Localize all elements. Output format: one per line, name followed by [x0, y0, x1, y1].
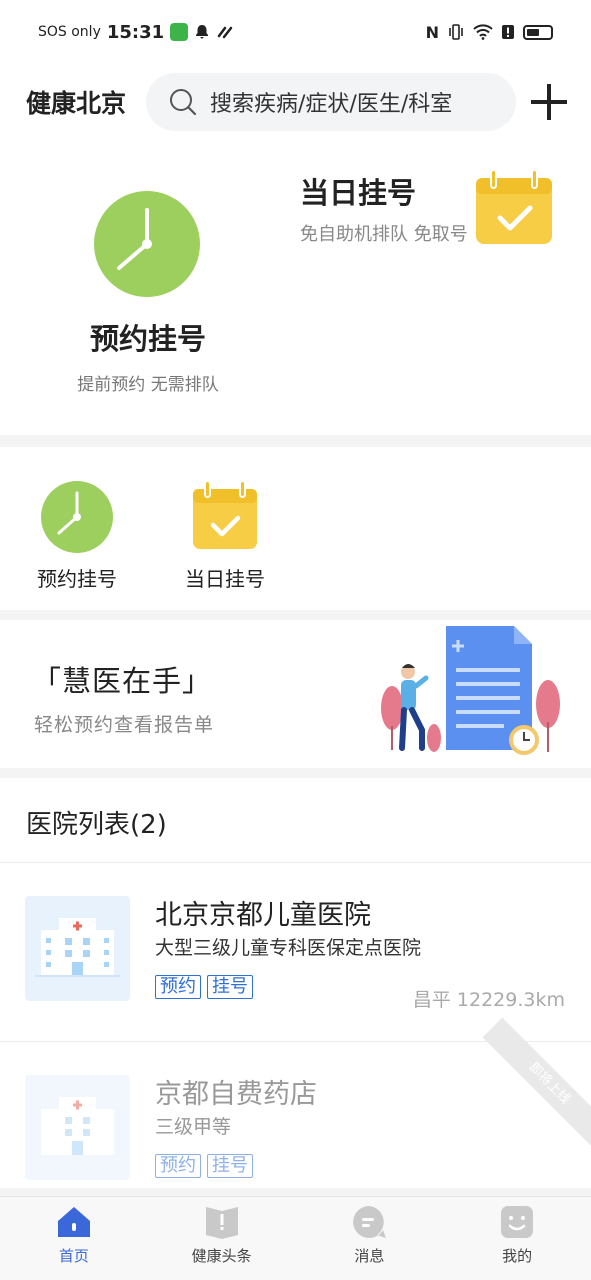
tag-appointment: 预约 [155, 1154, 201, 1178]
search-icon [170, 89, 197, 116]
status-bar: SOS only 15:31 N [0, 0, 591, 64]
vibrate-icon [449, 24, 463, 40]
banner-title: 「慧医在手」 [32, 664, 213, 698]
header: 健康北京 搜索疾病/症状/医生/科室 [0, 64, 591, 140]
tab-home[interactable]: 首页 [0, 1197, 148, 1280]
nfc-icon: N [425, 22, 439, 42]
tag-register: 挂号 [207, 975, 253, 999]
calendar-check-icon [476, 170, 552, 244]
clock-icon [41, 481, 113, 553]
hospital-item[interactable]: 北京京都儿童医院 大型三级儿童专科医保定点医院 预约 挂号 昌平 12229.3… [0, 863, 591, 1041]
tag-appointment: 预约 [155, 975, 201, 999]
hero-section: 预约挂号 提前预约 无需排队 当日挂号 免自助机排队 免取号 [0, 140, 591, 435]
hospital-name: 京都自费药店 [155, 1079, 317, 1110]
hospital-item[interactable]: 京都自费药店 三级甲等 预约 挂号 即将上线 [0, 1017, 591, 1188]
hospital-building-icon [41, 1097, 114, 1155]
clock-time: 15:31 [106, 21, 165, 43]
banner-subtitle: 轻松预约查看报告单 [34, 714, 215, 736]
search-bar[interactable]: 搜索疾病/症状/医生/科室 [146, 73, 516, 131]
report-illustration [381, 626, 560, 755]
tab-messages[interactable]: 消息 [296, 1197, 444, 1280]
app-title[interactable]: 健康北京 [26, 84, 146, 120]
link-icon [217, 26, 233, 39]
add-button[interactable] [529, 82, 569, 122]
tab-health-news[interactable]: 健康头条 [148, 1197, 296, 1280]
search-placeholder: 搜索疾病/症状/医生/科室 [210, 92, 453, 117]
appointment-title: 预约挂号 [89, 322, 206, 356]
tag-register: 挂号 [207, 1154, 253, 1178]
home-icon [57, 1207, 90, 1237]
quick-same-day-label: 当日挂号 [185, 567, 265, 591]
tab-profile[interactable]: 我的 [443, 1197, 591, 1280]
hospital-name: 北京京都儿童医院 [155, 900, 371, 931]
same-day-title: 当日挂号 [300, 176, 417, 210]
alert-icon [502, 25, 514, 39]
wechat-notification-icon [170, 23, 189, 41]
hospital-desc: 大型三级儿童专科医保定点医院 [155, 937, 422, 959]
quick-appointment-label: 预约挂号 [37, 567, 117, 591]
clock-icon [94, 191, 200, 297]
tab-profile-label: 我的 [502, 1247, 533, 1265]
hospital-list: 医院列表(2) 北京京都儿童医院 大型三级儿童专科医保定点医院 预约 挂号 昌平… [0, 778, 591, 1188]
hospital-distance: 昌平 12229.3km [412, 989, 565, 1011]
quick-entries: 预约挂号 当日挂号 [0, 447, 591, 610]
message-icon [353, 1206, 387, 1238]
carrier-text: SOS only [38, 24, 101, 40]
promo-banner[interactable]: 「慧医在手」 轻松预约查看报告单 [0, 620, 591, 768]
tab-health-news-label: 健康头条 [191, 1247, 252, 1265]
hospital-building-icon [35, 918, 120, 977]
tab-home-label: 首页 [58, 1247, 89, 1265]
bottom-tab-bar: 首页 健康头条 消息 我的 [0, 1196, 591, 1280]
quick-same-day[interactable]: 当日挂号 [170, 481, 280, 592]
appointment-subtitle: 提前预约 无需排队 [77, 375, 219, 395]
same-day-subtitle: 免自助机排队 免取号 [300, 224, 468, 245]
hospital-list-title: 医院列表(2) [26, 810, 167, 840]
wifi-icon [473, 24, 493, 40]
book-icon [205, 1207, 238, 1239]
calendar-check-icon [193, 481, 257, 549]
hospital-desc: 三级甲等 [155, 1116, 232, 1138]
hospital-thumbnail [25, 896, 130, 1001]
battery-icon [523, 24, 553, 40]
quick-appointment[interactable]: 预约挂号 [22, 481, 132, 592]
profile-icon [501, 1206, 534, 1238]
bell-icon [196, 25, 209, 39]
hospital-thumbnail [25, 1075, 130, 1180]
tab-messages-label: 消息 [354, 1247, 385, 1265]
